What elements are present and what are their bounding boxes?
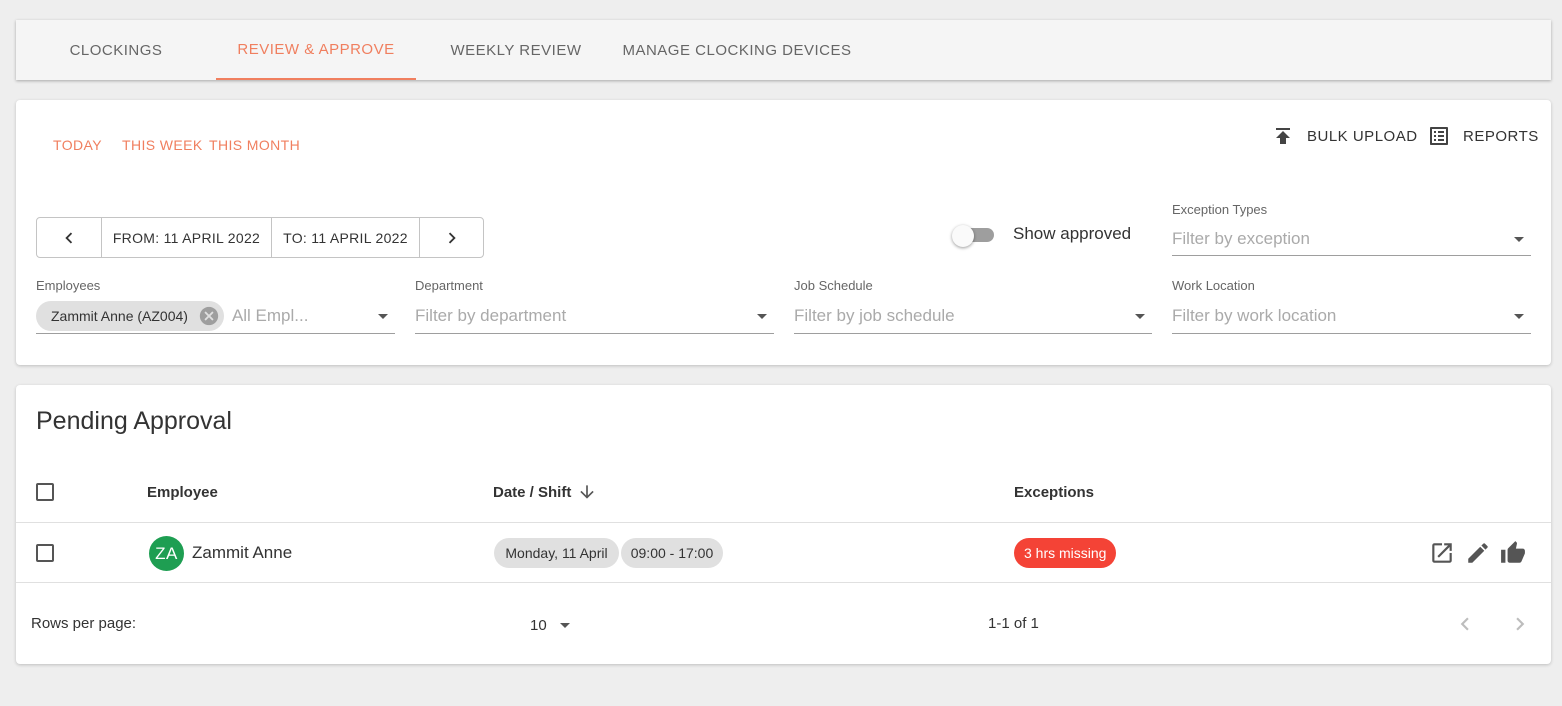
tab-manage-clocking-devices[interactable]: MANAGE CLOCKING DEVICES <box>616 20 858 80</box>
this-month-filter-button[interactable]: THIS MONTH <box>209 137 300 153</box>
dropdown-arrow-icon[interactable] <box>1507 227 1531 251</box>
employee-chip-label: Zammit Anne (AZ004) <box>51 308 188 324</box>
remove-chip-icon[interactable] <box>198 305 220 327</box>
table-header: Employee Date / Shift Exceptions <box>16 463 1551 523</box>
rows-per-page-label: Rows per page: <box>31 615 137 632</box>
employee-name: Zammit Anne <box>192 543 293 562</box>
thumb-up-icon[interactable] <box>1500 540 1526 566</box>
shift-time-chip: 09:00 - 17:00 <box>621 538 723 568</box>
table-pagination: Rows per page: 10 1-1 of 1 <box>16 584 1551 664</box>
dropdown-arrow-icon <box>559 623 570 628</box>
page-title: Pending Approval <box>36 407 232 435</box>
work-location-field: Work Location <box>1172 278 1531 334</box>
department-label: Department <box>415 278 483 293</box>
tab-bar: CLOCKINGS REVIEW & APPROVE WEEKLY REVIEW… <box>16 20 1551 80</box>
chevron-right-icon <box>448 232 456 243</box>
row-checkbox[interactable] <box>36 544 54 562</box>
next-page-icon[interactable] <box>1507 611 1533 637</box>
employees-input[interactable] <box>231 306 371 326</box>
dropdown-arrow-icon[interactable] <box>750 304 774 328</box>
filter-card: TODAY THIS WEEK THIS MONTH BULK UPLOAD R… <box>16 100 1551 365</box>
department-input[interactable] <box>415 306 750 326</box>
tab-weekly-review[interactable]: WEEKLY REVIEW <box>416 20 616 80</box>
job-schedule-label: Job Schedule <box>794 278 873 293</box>
date-range-picker: FROM: 11 APRIL 2022 TO: 11 APRIL 2022 <box>36 217 484 258</box>
job-schedule-input[interactable] <box>794 306 1128 326</box>
date-to-button[interactable]: TO: 11 APRIL 2022 <box>271 218 419 257</box>
employees-label: Employees <box>36 278 101 293</box>
employees-field: Employees Zammit Anne (AZ004) <box>36 278 395 334</box>
chevron-left-icon <box>65 232 73 243</box>
select-all-checkbox[interactable] <box>36 483 54 501</box>
rows-per-page-value: 10 <box>530 616 547 634</box>
today-filter-button[interactable]: TODAY <box>53 137 102 153</box>
bulk-upload-button[interactable]: BULK UPLOAD <box>1271 124 1418 148</box>
previous-page-icon[interactable] <box>1452 611 1478 637</box>
upload-icon <box>1276 128 1290 144</box>
pending-approval-card: Pending Approval Employee Date / Shift E… <box>16 385 1551 664</box>
dropdown-arrow-icon[interactable] <box>1128 304 1152 328</box>
employee-chip: Zammit Anne (AZ004) <box>36 301 224 331</box>
exception-types-label: Exception Types <box>1172 202 1268 217</box>
dropdown-arrow-icon[interactable] <box>371 304 395 328</box>
reports-label: REPORTS <box>1463 127 1539 145</box>
job-schedule-field: Job Schedule <box>794 278 1152 334</box>
shift-date-chip: Monday, 11 April <box>494 538 619 568</box>
this-week-filter-button[interactable]: THIS WEEK <box>122 137 203 153</box>
exceptions-column-header: Exceptions <box>1014 483 1095 501</box>
dropdown-arrow-icon[interactable] <box>1507 304 1531 328</box>
next-period-button[interactable] <box>419 218 483 257</box>
tab-clockings[interactable]: CLOCKINGS <box>16 20 216 80</box>
arrow-down-icon[interactable] <box>577 482 597 502</box>
list-icon <box>1430 127 1448 145</box>
date-from-button[interactable]: FROM: 11 APRIL 2022 <box>101 218 271 257</box>
toggle-knob <box>952 225 974 247</box>
table-row[interactable]: ZA Zammit Anne Monday, 11 April 09:00 - … <box>16 523 1551 583</box>
exception-badge: 3 hrs missing <box>1014 538 1117 568</box>
rows-per-page-select[interactable]: 10 <box>530 613 577 637</box>
department-field: Department <box>415 278 774 334</box>
work-location-label: Work Location <box>1172 278 1255 293</box>
date-shift-header-label: Date / Shift <box>493 483 572 501</box>
show-approved-label: Show approved <box>1013 224 1132 243</box>
work-location-input[interactable] <box>1172 306 1507 326</box>
previous-period-button[interactable] <box>37 218 101 257</box>
date-shift-column-header[interactable]: Date / Shift <box>493 463 597 521</box>
open-in-new-icon[interactable] <box>1429 540 1455 566</box>
pagination-range: 1-1 of 1 <box>988 615 1039 632</box>
exception-types-field: Exception Types <box>1172 202 1531 257</box>
exception-types-input[interactable] <box>1172 228 1507 249</box>
edit-icon[interactable] <box>1465 540 1491 566</box>
employee-column-header[interactable]: Employee <box>147 463 218 521</box>
tab-review-approve[interactable]: REVIEW & APPROVE <box>216 20 416 80</box>
show-approved-toggle[interactable] <box>952 224 1000 247</box>
avatar: ZA <box>149 536 184 571</box>
bulk-upload-label: BULK UPLOAD <box>1307 127 1418 145</box>
reports-button[interactable]: REPORTS <box>1427 124 1539 148</box>
